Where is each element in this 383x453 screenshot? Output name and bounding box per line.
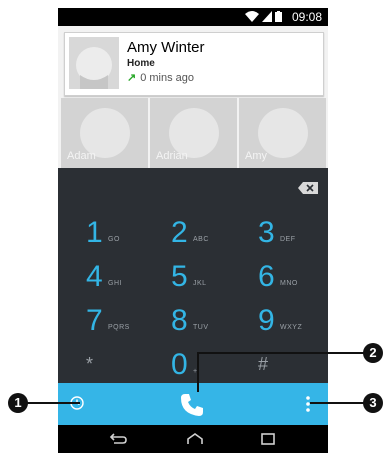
dial-letters: PQRS [108,324,130,331]
dial-key-1[interactable]: 1 GO [86,216,166,260]
phone-screen: 09:08 Amy Winter Home ↗ 0 mins ago Adam A… [58,8,328,453]
status-time: 09:08 [291,10,322,24]
dialer-action-bar [58,383,328,425]
callout-badge-1: 1 [8,393,28,413]
dial-key-8[interactable]: 8 TUV [171,304,251,348]
status-bar: 09:08 [58,8,328,26]
navigation-bar [58,425,328,453]
recent-call-when: 0 mins ago [140,72,195,84]
backspace-icon[interactable] [298,182,318,194]
dial-digit: 3 [258,216,275,249]
favorite-contact-amy[interactable]: Amy [239,98,326,168]
favorite-contact-adam[interactable]: Adam [61,98,148,168]
dial-letters: MNO [280,280,298,287]
favorite-name: Adrian [156,150,188,162]
dialpad: 1 GO 2 ABC 3 DEF 4 GHI 5 JKL 6 MNO 7 PQR… [58,168,328,383]
status-icons [245,11,282,22]
callout-line-2-vertical [197,352,199,392]
call-icon[interactable] [179,392,205,418]
dial-letters: TUV [193,324,209,331]
dial-key-5[interactable]: 5 JKL [171,260,251,304]
outgoing-call-arrow-icon: ↗ [127,72,137,84]
dial-key-7[interactable]: 7 PQRS [86,304,166,348]
dial-digit: 5 [171,260,188,293]
dial-digit: 6 [258,260,275,293]
recents-icon[interactable] [258,431,278,447]
dial-key-3[interactable]: 3 DEF [258,216,328,260]
dial-letters: ABC [193,236,209,243]
recent-call-type: Home [127,58,155,69]
recent-call-time: ↗ 0 mins ago [127,71,194,84]
dial-key-4[interactable]: 4 GHI [86,260,166,304]
battery-icon [275,11,282,22]
dial-letters: GHI [108,280,122,287]
contact-avatar [69,37,119,89]
dial-letters: GO [108,236,120,243]
callout-badge-2: 2 [363,343,383,363]
dial-digit: * [86,354,94,374]
callout-badge-3: 3 [363,393,383,413]
recent-call-name: Amy Winter [127,39,205,56]
dial-letters: WXYZ [280,324,303,331]
dial-letters: DEF [280,236,296,243]
favorite-contact-adrian[interactable]: Adrian [150,98,237,168]
dial-digit: 8 [171,304,188,337]
dial-key-2[interactable]: 2 ABC [171,216,251,260]
favorites-row: Adam Adrian Amy [61,98,328,168]
signal-icon [262,11,272,22]
default-avatar-icon [69,37,119,89]
callout-line-3 [310,402,365,404]
dial-digit: 0 [171,348,188,381]
favorite-name: Adam [67,150,96,162]
dial-digit: 7 [86,304,103,337]
dial-digit: # [258,354,269,374]
dial-digit: 2 [171,216,188,249]
dial-key-9[interactable]: 9 WXYZ [258,304,328,348]
dial-digit: 9 [258,304,275,337]
home-icon[interactable] [185,431,205,447]
callout-line-2 [197,352,365,354]
dial-key-6[interactable]: 6 MNO [258,260,328,304]
back-icon[interactable] [108,431,128,447]
overflow-menu-icon[interactable] [305,396,311,412]
recent-call-card[interactable]: Amy Winter Home ↗ 0 mins ago [64,32,324,96]
favorite-name: Amy [245,150,267,162]
dial-digit: 4 [86,260,103,293]
dial-digit: 1 [86,216,103,249]
callout-line-1 [20,402,80,404]
dial-letters: JKL [193,280,207,287]
wifi-icon [245,11,259,22]
